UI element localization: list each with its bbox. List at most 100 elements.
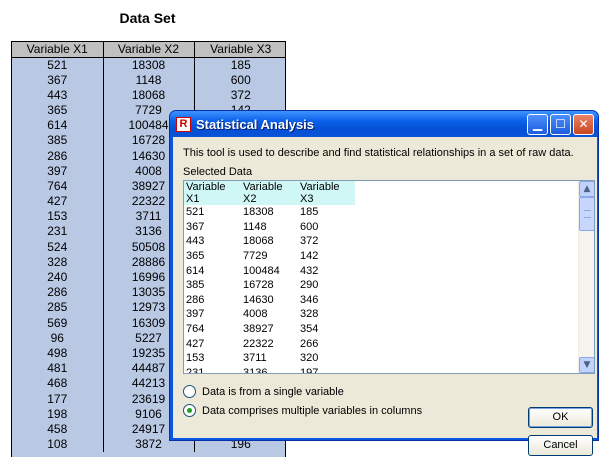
table-cell: 498 bbox=[12, 345, 104, 362]
table-cell: 18308 bbox=[243, 206, 274, 219]
table-cell: 367 bbox=[12, 72, 104, 88]
scroll-down-button[interactable]: ▼ bbox=[579, 357, 594, 373]
single-variable-radio[interactable] bbox=[183, 385, 196, 398]
table-cell: 372 bbox=[300, 235, 319, 248]
cancel-button[interactable]: Cancel bbox=[528, 435, 593, 456]
selected-data-grid[interactable]: Variable X1 Variable X2 Variable X3 521 1… bbox=[183, 180, 595, 374]
dialog-title: Statistical Analysis bbox=[196, 116, 315, 132]
grid-row: 614 100484 432 bbox=[184, 263, 355, 278]
table-cell: 365 bbox=[12, 102, 104, 119]
table-cell: 764 bbox=[186, 323, 205, 336]
sheet-row: 521 18308 185 bbox=[12, 57, 285, 73]
table-cell: 286 bbox=[12, 148, 104, 164]
grid-header-x1[interactable]: Variable X1 bbox=[184, 181, 241, 205]
table-cell: 365 bbox=[186, 250, 205, 263]
table-cell: 328 bbox=[300, 308, 319, 321]
scroll-thumb[interactable] bbox=[579, 197, 594, 231]
grid-row: 443 18068 372 bbox=[184, 234, 355, 249]
table-cell: 153 bbox=[186, 352, 205, 365]
close-icon: ✕ bbox=[578, 117, 589, 131]
multiple-variables-radio[interactable] bbox=[183, 404, 196, 417]
table-cell: 443 bbox=[12, 87, 104, 103]
table-cell: 108 bbox=[12, 437, 104, 453]
chevron-up-icon: ▲ bbox=[583, 184, 591, 194]
sheet-header-x3: Variable X3 bbox=[194, 42, 285, 58]
table-cell: 354 bbox=[300, 323, 319, 336]
table-cell: 4008 bbox=[243, 308, 268, 321]
grid-row: 427 22322 266 bbox=[184, 336, 355, 351]
table-cell: 266 bbox=[300, 337, 319, 350]
table-cell: 481 bbox=[12, 361, 104, 377]
table-cell: 16728 bbox=[243, 279, 274, 292]
table-cell: 569 bbox=[12, 315, 104, 331]
table-cell: 427 bbox=[186, 337, 205, 350]
table-cell: 328 bbox=[12, 254, 104, 270]
table-cell: 18308 bbox=[103, 57, 195, 73]
maximize-button[interactable]: ☐ bbox=[550, 114, 571, 135]
ok-button[interactable]: OK bbox=[528, 407, 593, 428]
option-multiple-variables[interactable]: Data comprises multiple variables in col… bbox=[183, 404, 422, 417]
table-cell: 521 bbox=[12, 57, 104, 73]
table-cell: 524 bbox=[12, 239, 104, 255]
table-cell: 286 bbox=[12, 285, 104, 301]
grid-row: 397 4008 328 bbox=[184, 307, 355, 322]
table-cell: 18068 bbox=[103, 87, 195, 103]
table-cell: 1148 bbox=[243, 220, 267, 233]
table-cell: 38927 bbox=[243, 323, 274, 336]
table-cell: 231 bbox=[12, 224, 104, 240]
scroll-up-button[interactable]: ▲ bbox=[579, 181, 594, 197]
grid-header-x2[interactable]: Variable X2 bbox=[241, 181, 298, 205]
table-cell: 367 bbox=[186, 220, 205, 233]
table-cell: 22322 bbox=[243, 337, 274, 350]
table-cell: 96 bbox=[12, 330, 104, 346]
table-cell: 397 bbox=[12, 163, 104, 179]
table-cell: 231 bbox=[186, 366, 205, 374]
table-cell: 614 bbox=[12, 118, 104, 134]
multiple-variables-label: Data comprises multiple variables in col… bbox=[202, 404, 423, 417]
table-cell: 290 bbox=[300, 279, 319, 292]
statistical-analysis-dialog: R Statistical Analysis ▁ ☐ ✕ This tool i… bbox=[169, 110, 599, 456]
grid-header-x3[interactable]: Variable X3 bbox=[298, 181, 355, 205]
table-cell: 198 bbox=[12, 406, 104, 422]
minimize-icon: ▁ bbox=[532, 117, 543, 131]
table-cell: 3711 bbox=[243, 352, 267, 365]
option-single-variable[interactable]: Data is from a single variable bbox=[183, 385, 344, 398]
table-cell: 285 bbox=[12, 300, 104, 316]
table-cell: 385 bbox=[186, 279, 205, 292]
sheet-header-x2: Variable X2 bbox=[103, 42, 195, 58]
table-cell: 177 bbox=[12, 391, 104, 407]
data-set-title: Data Set bbox=[119, 10, 176, 26]
sheet-row: 367 1148 600 bbox=[12, 72, 285, 88]
table-cell: 468 bbox=[12, 376, 104, 392]
table-cell: 385 bbox=[12, 133, 104, 149]
table-cell: 185 bbox=[300, 206, 319, 219]
dialog-titlebar[interactable]: R Statistical Analysis ▁ ☐ ✕ bbox=[170, 111, 598, 137]
grid-row: 521 18308 185 bbox=[184, 205, 355, 220]
table-cell: 185 bbox=[230, 57, 251, 72]
table-cell: 240 bbox=[12, 269, 104, 286]
table-cell: 614 bbox=[186, 264, 205, 277]
grip-icon bbox=[584, 210, 591, 218]
minimize-button[interactable]: ▁ bbox=[527, 114, 548, 135]
dialog-client-area: This tool is used to describe and find s… bbox=[173, 137, 597, 456]
table-cell: 197 bbox=[300, 366, 319, 374]
grid-row: 231 3136 197 bbox=[184, 366, 355, 374]
table-cell: 7729 bbox=[243, 250, 268, 263]
table-cell: 427 bbox=[12, 194, 104, 210]
table-cell: 14630 bbox=[243, 293, 274, 306]
grid-vertical-scrollbar[interactable]: ▲ ▼ bbox=[578, 181, 594, 373]
table-cell: 286 bbox=[186, 293, 205, 306]
grid-row: 365 7729 142 bbox=[184, 249, 355, 264]
table-cell: 432 bbox=[300, 264, 319, 277]
table-cell: 521 bbox=[186, 206, 205, 219]
table-cell: 100484 bbox=[243, 264, 280, 277]
table-cell: 153 bbox=[12, 209, 104, 225]
app-logo-icon: R bbox=[176, 116, 191, 132]
close-button[interactable]: ✕ bbox=[573, 114, 594, 135]
table-cell: 142 bbox=[300, 250, 319, 263]
grid-row: 367 1148 600 bbox=[184, 220, 355, 235]
grid-row: 764 38927 354 bbox=[184, 322, 355, 337]
table-cell: 3136 bbox=[243, 366, 268, 374]
maximize-icon: ☐ bbox=[555, 117, 566, 131]
sheet-header-x1: Variable X1 bbox=[12, 42, 104, 58]
